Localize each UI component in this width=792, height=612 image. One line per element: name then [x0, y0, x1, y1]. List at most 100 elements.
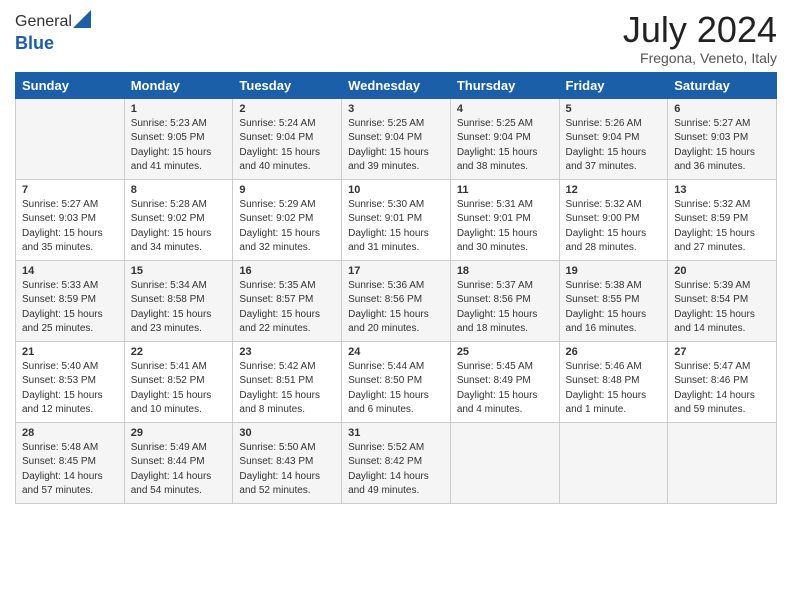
day-number: 20 [674, 265, 770, 277]
cell-info: Sunrise: 5:40 AMSunset: 8:53 PMDaylight:… [22, 361, 103, 416]
day-number: 11 [457, 184, 553, 196]
day-number: 25 [457, 346, 553, 358]
day-number: 16 [239, 265, 335, 277]
calendar-week-0: 1 Sunrise: 5:23 AMSunset: 9:05 PMDayligh… [16, 98, 777, 179]
main-container: General Blue July 2024 Fregona, Veneto, … [0, 0, 792, 514]
calendar-cell: 29 Sunrise: 5:49 AMSunset: 8:44 PMDaylig… [124, 422, 233, 503]
cell-info: Sunrise: 5:42 AMSunset: 8:51 PMDaylight:… [239, 361, 320, 416]
day-number: 14 [22, 265, 118, 277]
calendar-cell: 17 Sunrise: 5:36 AMSunset: 8:56 PMDaylig… [342, 260, 451, 341]
day-number: 2 [239, 103, 335, 115]
cell-info: Sunrise: 5:48 AMSunset: 8:45 PMDaylight:… [22, 442, 103, 497]
calendar-cell: 10 Sunrise: 5:30 AMSunset: 9:01 PMDaylig… [342, 179, 451, 260]
header-row: Sunday Monday Tuesday Wednesday Thursday… [16, 72, 777, 98]
col-sunday: Sunday [16, 72, 125, 98]
logo-icon [73, 10, 91, 28]
day-number: 18 [457, 265, 553, 277]
cell-info: Sunrise: 5:35 AMSunset: 8:57 PMDaylight:… [239, 280, 320, 335]
calendar-cell: 1 Sunrise: 5:23 AMSunset: 9:05 PMDayligh… [124, 98, 233, 179]
calendar-cell [668, 422, 777, 503]
cell-info: Sunrise: 5:50 AMSunset: 8:43 PMDaylight:… [239, 442, 320, 497]
calendar-cell: 3 Sunrise: 5:25 AMSunset: 9:04 PMDayligh… [342, 98, 451, 179]
calendar-cell: 30 Sunrise: 5:50 AMSunset: 8:43 PMDaylig… [233, 422, 342, 503]
cell-info: Sunrise: 5:33 AMSunset: 8:59 PMDaylight:… [22, 280, 103, 335]
calendar-cell [559, 422, 668, 503]
cell-info: Sunrise: 5:29 AMSunset: 9:02 PMDaylight:… [239, 199, 320, 254]
cell-info: Sunrise: 5:37 AMSunset: 8:56 PMDaylight:… [457, 280, 538, 335]
day-number: 3 [348, 103, 444, 115]
day-number: 9 [239, 184, 335, 196]
calendar-week-2: 14 Sunrise: 5:33 AMSunset: 8:59 PMDaylig… [16, 260, 777, 341]
day-number: 30 [239, 427, 335, 439]
calendar-week-1: 7 Sunrise: 5:27 AMSunset: 9:03 PMDayligh… [16, 179, 777, 260]
cell-info: Sunrise: 5:27 AMSunset: 9:03 PMDaylight:… [674, 118, 755, 173]
calendar-table: Sunday Monday Tuesday Wednesday Thursday… [15, 72, 777, 504]
cell-info: Sunrise: 5:36 AMSunset: 8:56 PMDaylight:… [348, 280, 429, 335]
calendar-cell: 23 Sunrise: 5:42 AMSunset: 8:51 PMDaylig… [233, 341, 342, 422]
day-number: 23 [239, 346, 335, 358]
day-number: 8 [131, 184, 227, 196]
month-title: July 2024 [623, 10, 777, 50]
day-number: 4 [457, 103, 553, 115]
cell-info: Sunrise: 5:44 AMSunset: 8:50 PMDaylight:… [348, 361, 429, 416]
cell-info: Sunrise: 5:30 AMSunset: 9:01 PMDaylight:… [348, 199, 429, 254]
col-saturday: Saturday [668, 72, 777, 98]
cell-info: Sunrise: 5:31 AMSunset: 9:01 PMDaylight:… [457, 199, 538, 254]
calendar-cell: 25 Sunrise: 5:45 AMSunset: 8:49 PMDaylig… [450, 341, 559, 422]
calendar-cell: 7 Sunrise: 5:27 AMSunset: 9:03 PMDayligh… [16, 179, 125, 260]
calendar-cell: 19 Sunrise: 5:38 AMSunset: 8:55 PMDaylig… [559, 260, 668, 341]
cell-info: Sunrise: 5:45 AMSunset: 8:49 PMDaylight:… [457, 361, 538, 416]
cell-info: Sunrise: 5:46 AMSunset: 8:48 PMDaylight:… [566, 361, 647, 416]
cell-info: Sunrise: 5:32 AMSunset: 9:00 PMDaylight:… [566, 199, 647, 254]
cell-info: Sunrise: 5:32 AMSunset: 8:59 PMDaylight:… [674, 199, 755, 254]
cell-info: Sunrise: 5:41 AMSunset: 8:52 PMDaylight:… [131, 361, 212, 416]
calendar-week-4: 28 Sunrise: 5:48 AMSunset: 8:45 PMDaylig… [16, 422, 777, 503]
calendar-cell: 22 Sunrise: 5:41 AMSunset: 8:52 PMDaylig… [124, 341, 233, 422]
calendar-cell: 13 Sunrise: 5:32 AMSunset: 8:59 PMDaylig… [668, 179, 777, 260]
day-number: 15 [131, 265, 227, 277]
day-number: 5 [566, 103, 662, 115]
calendar-cell: 9 Sunrise: 5:29 AMSunset: 9:02 PMDayligh… [233, 179, 342, 260]
logo-blue-text: Blue [15, 33, 54, 53]
cell-info: Sunrise: 5:25 AMSunset: 9:04 PMDaylight:… [348, 118, 429, 173]
col-tuesday: Tuesday [233, 72, 342, 98]
cell-info: Sunrise: 5:34 AMSunset: 8:58 PMDaylight:… [131, 280, 212, 335]
calendar-cell: 28 Sunrise: 5:48 AMSunset: 8:45 PMDaylig… [16, 422, 125, 503]
day-number: 26 [566, 346, 662, 358]
cell-info: Sunrise: 5:38 AMSunset: 8:55 PMDaylight:… [566, 280, 647, 335]
day-number: 21 [22, 346, 118, 358]
calendar-cell: 12 Sunrise: 5:32 AMSunset: 9:00 PMDaylig… [559, 179, 668, 260]
day-number: 19 [566, 265, 662, 277]
day-number: 13 [674, 184, 770, 196]
day-number: 12 [566, 184, 662, 196]
calendar-cell [16, 98, 125, 179]
day-number: 31 [348, 427, 444, 439]
cell-info: Sunrise: 5:27 AMSunset: 9:03 PMDaylight:… [22, 199, 103, 254]
calendar-cell: 15 Sunrise: 5:34 AMSunset: 8:58 PMDaylig… [124, 260, 233, 341]
calendar-cell: 6 Sunrise: 5:27 AMSunset: 9:03 PMDayligh… [668, 98, 777, 179]
calendar-cell: 2 Sunrise: 5:24 AMSunset: 9:04 PMDayligh… [233, 98, 342, 179]
calendar-cell: 24 Sunrise: 5:44 AMSunset: 8:50 PMDaylig… [342, 341, 451, 422]
cell-info: Sunrise: 5:52 AMSunset: 8:42 PMDaylight:… [348, 442, 429, 497]
day-number: 10 [348, 184, 444, 196]
calendar-week-3: 21 Sunrise: 5:40 AMSunset: 8:53 PMDaylig… [16, 341, 777, 422]
calendar-cell: 18 Sunrise: 5:37 AMSunset: 8:56 PMDaylig… [450, 260, 559, 341]
logo: General Blue [15, 10, 91, 54]
cell-info: Sunrise: 5:24 AMSunset: 9:04 PMDaylight:… [239, 118, 320, 173]
day-number: 27 [674, 346, 770, 358]
day-number: 1 [131, 103, 227, 115]
cell-info: Sunrise: 5:47 AMSunset: 8:46 PMDaylight:… [674, 361, 755, 416]
title-block: July 2024 Fregona, Veneto, Italy [623, 10, 777, 66]
day-number: 6 [674, 103, 770, 115]
calendar-cell: 26 Sunrise: 5:46 AMSunset: 8:48 PMDaylig… [559, 341, 668, 422]
col-wednesday: Wednesday [342, 72, 451, 98]
cell-info: Sunrise: 5:23 AMSunset: 9:05 PMDaylight:… [131, 118, 212, 173]
cell-info: Sunrise: 5:49 AMSunset: 8:44 PMDaylight:… [131, 442, 212, 497]
calendar-cell: 27 Sunrise: 5:47 AMSunset: 8:46 PMDaylig… [668, 341, 777, 422]
col-monday: Monday [124, 72, 233, 98]
day-number: 24 [348, 346, 444, 358]
day-number: 29 [131, 427, 227, 439]
calendar-cell: 4 Sunrise: 5:25 AMSunset: 9:04 PMDayligh… [450, 98, 559, 179]
calendar-cell: 21 Sunrise: 5:40 AMSunset: 8:53 PMDaylig… [16, 341, 125, 422]
calendar-cell: 14 Sunrise: 5:33 AMSunset: 8:59 PMDaylig… [16, 260, 125, 341]
